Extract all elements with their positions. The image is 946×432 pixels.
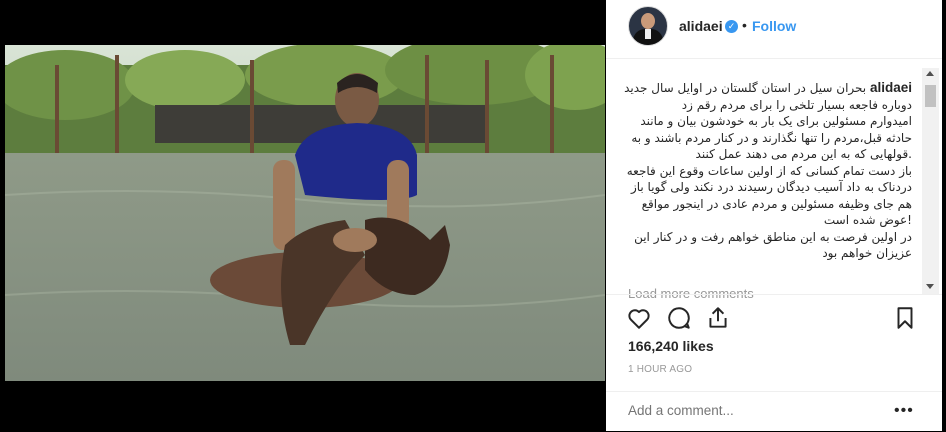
verified-badge-icon: ✓: [725, 20, 738, 33]
likes-count[interactable]: 166,240 likes: [628, 338, 714, 354]
caption-line: باز دست تمام کسانی که از اولین ساعات وقو…: [626, 163, 912, 178]
add-comment-input[interactable]: [628, 403, 878, 418]
caption-line: دوباره فاجعه بسیار تلخی را برای مردم رقم…: [681, 97, 912, 112]
caption-line: هم جای وظیفه مسئولین و مردم عادی در اینج…: [641, 196, 912, 211]
caption-line: امیدوارم مسئولین برای یک بار به خودشون ب…: [640, 114, 912, 128]
caption-line: عزیزان خواهم بود: [822, 246, 912, 260]
bookmark-icon[interactable]: [892, 305, 918, 331]
scrollbar-thumb[interactable]: [925, 85, 936, 107]
post-timestamp[interactable]: 1 HOUR AGO: [628, 364, 692, 375]
caption-line: دردناک به داد آسیب دیدگان رسیدند درد نکن…: [630, 180, 912, 194]
comment-box: •••: [606, 391, 942, 432]
caption-line: !عوض شده است: [823, 213, 912, 227]
caption-line: .قولهایی که به این مردم می دهند عمل کنند: [695, 147, 912, 161]
avatar[interactable]: [628, 6, 668, 46]
more-options-icon[interactable]: •••: [894, 402, 914, 420]
separator-dot: •: [742, 17, 747, 33]
follow-button[interactable]: Follow: [752, 18, 796, 34]
post-header: alidaei ✓ • Follow: [606, 0, 942, 59]
username-link[interactable]: alidaei: [679, 18, 723, 34]
share-icon[interactable]: [705, 305, 731, 331]
scroll-down-arrow-icon[interactable]: [926, 284, 934, 289]
post-photo[interactable]: [5, 45, 605, 381]
scroll-up-arrow-icon[interactable]: [926, 71, 934, 76]
heart-icon[interactable]: [626, 305, 652, 331]
caption-scrollbar[interactable]: [922, 68, 939, 294]
caption-username[interactable]: alidaei: [870, 80, 912, 95]
post-sidebar: alidaei ✓ • Follow alidaei بحران سیل در …: [606, 0, 942, 431]
caption-text: alidaei بحران سیل در استان گلستان در اوا…: [612, 80, 912, 262]
caption-line: در اولین فرصت به این مناطق خواهم رفت و د…: [634, 229, 912, 244]
post-media: [0, 0, 606, 431]
caption-scroll-area[interactable]: alidaei بحران سیل در استان گلستان در اوا…: [606, 68, 922, 294]
caption-line: حادثه قبل،مردم را تنها نگذارند و در کنار…: [631, 130, 912, 145]
flood-horse-photo: [5, 45, 605, 381]
caption-line: alidaei بحران سیل در استان گلستان در اوا…: [624, 80, 912, 95]
window-edge: [942, 0, 946, 431]
comment-icon[interactable]: [666, 305, 692, 331]
action-bar: [606, 294, 942, 339]
